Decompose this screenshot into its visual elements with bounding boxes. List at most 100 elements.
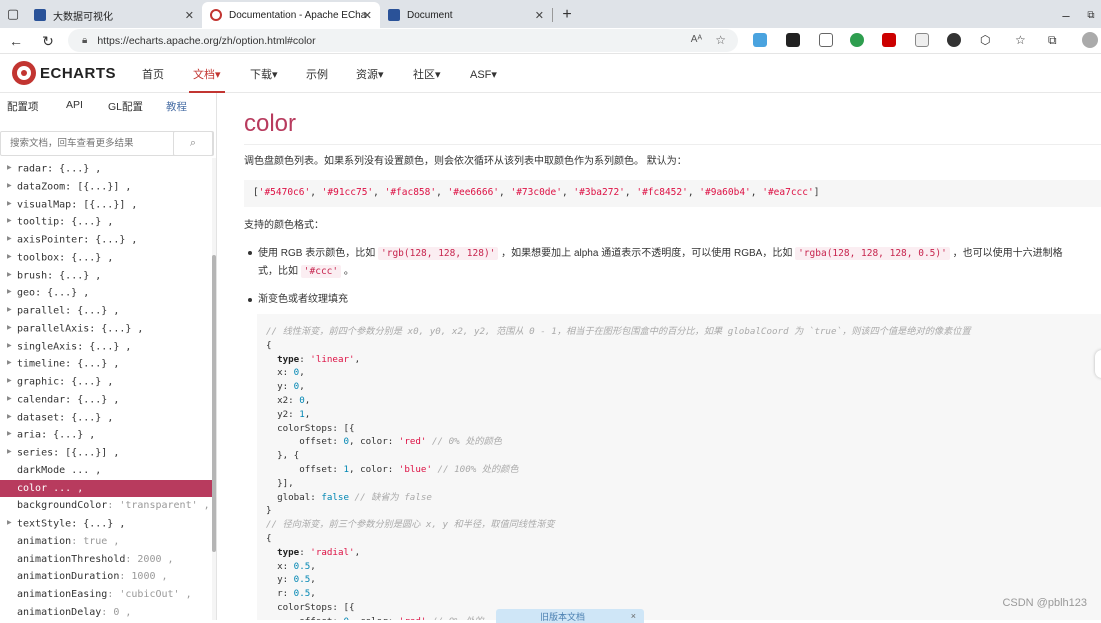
option-value: : 0 , <box>101 606 132 618</box>
option-value: : 2000 , <box>125 553 174 565</box>
nav-download[interactable]: 下载▾ <box>250 55 278 93</box>
expand-arrow-icon: ▶ <box>7 324 12 331</box>
option-item-visualMap[interactable]: ▶ visualMap: [{...}] , <box>0 196 212 214</box>
extension-icon[interactable] <box>786 33 800 47</box>
option-item-brush[interactable]: ▶ brush: {...} , <box>0 267 212 285</box>
option-item-calendar[interactable]: ▶ calendar: {...} , <box>0 391 212 409</box>
browser-tab-bigdata[interactable]: 大数据可视化 ✕ <box>26 2 202 28</box>
search-input[interactable] <box>1 132 171 155</box>
tab-title: Documentation - Apache EChart <box>229 9 367 21</box>
expand-arrow-icon: ▶ <box>7 307 12 313</box>
option-item-dataset[interactable]: ▶ dataset: {...} , <box>0 409 212 427</box>
close-icon[interactable]: ✕ <box>535 9 544 22</box>
browser-tab-echarts[interactable]: Documentation - Apache EChart ✕ <box>202 2 380 28</box>
code-line: r: 0.5, <box>266 588 316 600</box>
option-item-animationDuration[interactable]: animationDuration: 1000 , <box>0 568 212 586</box>
option-item-graphic[interactable]: ▶ graphic: {...} , <box>0 373 212 391</box>
search-icon[interactable]: ⌕ <box>173 131 213 156</box>
extension-icon[interactable] <box>915 33 929 47</box>
option-key: aria <box>17 429 42 441</box>
nav-asf[interactable]: ASF▾ <box>470 55 497 93</box>
expand-arrow-icon: ▶ <box>7 271 12 278</box>
extension-icon[interactable] <box>819 33 833 47</box>
option-item-animation[interactable]: animation: true , <box>0 533 212 551</box>
option-key: singleAxis <box>17 341 78 353</box>
youtube-extension-icon[interactable] <box>882 33 896 47</box>
expand-arrow-icon: ▶ <box>7 360 12 367</box>
puzzle-extensions-icon[interactable]: ⬡ <box>980 33 990 47</box>
url-bar[interactable]: 🔒︎ https://echarts.apache.org/zh/option.… <box>68 29 738 52</box>
expand-arrow-icon: ▶ <box>7 413 12 420</box>
option-value: ... , <box>47 482 84 494</box>
plus-icon[interactable]: + <box>553 2 581 28</box>
window-menu-icon[interactable]: ▢ <box>0 0 26 28</box>
tab-tutorial[interactable]: 教程 <box>166 99 187 114</box>
option-item-parallel[interactable]: ▶ parallel: {...} , <box>0 302 212 320</box>
option-item-singleAxis[interactable]: ▶ singleAxis: {...} , <box>0 338 212 356</box>
old-version-banner[interactable]: 旧版本文档 × <box>496 609 644 623</box>
nav-community[interactable]: 社区▾ <box>413 55 441 93</box>
nav-home[interactable]: 首页 <box>142 55 164 93</box>
url-text: https://echarts.apache.org/zh/option.htm… <box>97 34 316 47</box>
browser-tab-bar: ▢ 大数据可视化 ✕ Documentation - Apache EChart… <box>0 0 1101 28</box>
tab-options[interactable]: 配置项 <box>7 99 39 114</box>
favorites-icon[interactable]: ☆ <box>1015 33 1026 47</box>
option-item-animationThreshold[interactable]: animationThreshold: 2000 , <box>0 551 212 569</box>
option-key: animationDelay <box>17 606 102 618</box>
extension-icon[interactable] <box>850 33 864 47</box>
option-value: : [{...}] , <box>71 199 138 211</box>
close-icon[interactable]: ✕ <box>363 9 372 22</box>
collections-icon[interactable]: ⧉ <box>1048 33 1057 48</box>
option-key: backgroundColor <box>17 500 108 512</box>
restore-icon[interactable]: ⧉ <box>1081 2 1101 28</box>
option-item-axisPointer[interactable]: ▶ axisPointer: {...} , <box>0 231 212 249</box>
option-item-color[interactable]: color ... , <box>0 479 212 498</box>
option-item-aria[interactable]: ▶ aria: {...} , <box>0 426 212 444</box>
option-item-toolbox[interactable]: ▶ toolbox: {...} , <box>0 249 212 267</box>
code-line: y: 0, <box>266 381 305 393</box>
option-item-geo[interactable]: ▶ geo: {...} , <box>0 284 212 302</box>
option-value: : [{...}] , <box>53 447 120 459</box>
option-item-textStyle[interactable]: ▶ textStyle: {...} , <box>0 515 212 533</box>
favorite-star-icon[interactable]: ☆ <box>715 33 726 47</box>
option-item-dataZoom[interactable]: ▶ dataZoom: [{...}] , <box>0 178 212 196</box>
tab-api[interactable]: API <box>66 99 83 111</box>
option-item-timeline[interactable]: ▶ timeline: {...} , <box>0 355 212 373</box>
bullet-gradient-text: 渐变色或者纹理填充 <box>258 294 348 305</box>
extension-icon[interactable] <box>947 33 961 47</box>
close-icon[interactable]: ✕ <box>185 9 194 22</box>
inline-code: 'rgba(128, 128, 128, 0.5)' <box>795 247 950 260</box>
tab-gl-options[interactable]: GL配置 <box>108 99 143 114</box>
option-item-series[interactable]: ▶ series: [{...}] , <box>0 444 212 462</box>
echarts-logo[interactable]: ECHARTS <box>12 61 116 85</box>
option-key: brush <box>17 270 48 282</box>
option-key: graphic <box>17 376 60 388</box>
bullet-text: 式，比如 <box>258 266 301 277</box>
nav-docs[interactable]: 文档▾ <box>189 55 225 93</box>
nav-examples[interactable]: 示例 <box>306 55 328 93</box>
option-value: : 1000 , <box>119 571 168 583</box>
option-item-radar[interactable]: ▶ radar: {...} , <box>0 160 212 178</box>
minimize-icon[interactable]: – <box>1051 2 1081 28</box>
site-header: ECHARTS 首页 文档▾ 下载▾ 示例 资源▾ 社区▾ ASF▾ <box>0 55 1101 93</box>
option-item-animationEasing[interactable]: animationEasing: 'cubicOut' , <box>0 586 212 604</box>
option-value: : {...} , <box>59 252 114 264</box>
option-item-parallelAxis[interactable]: ▶ parallelAxis: {...} , <box>0 320 212 338</box>
option-item-animationDelay[interactable]: animationDelay: 0 , <box>0 604 212 620</box>
option-item-tooltip[interactable]: ▶ tooltip: {...} , <box>0 213 212 231</box>
profile-avatar[interactable] <box>1082 32 1098 48</box>
option-item-darkMode[interactable]: darkMode ... , <box>0 462 212 480</box>
expand-arrow-icon: ▶ <box>7 236 12 242</box>
option-item-backgroundColor[interactable]: backgroundColor: 'transparent' , <box>0 497 212 515</box>
translate-extension-icon[interactable] <box>753 33 767 47</box>
back-arrow-icon[interactable]: ← <box>3 28 29 54</box>
reload-icon[interactable]: ↻ <box>35 28 61 54</box>
expand-arrow-icon: ▶ <box>7 253 12 260</box>
scroll-edge-button[interactable] <box>1095 350 1101 378</box>
inline-code: '#ccc' <box>300 265 342 278</box>
expand-arrow-icon: ▶ <box>7 520 12 526</box>
inline-code: 'rgb(128, 128, 128)' <box>378 247 499 260</box>
read-aloud-icon[interactable]: Aᴬ <box>691 34 702 45</box>
nav-resources[interactable]: 资源▾ <box>356 55 384 93</box>
browser-tab-document[interactable]: Document ✕ <box>380 2 552 28</box>
